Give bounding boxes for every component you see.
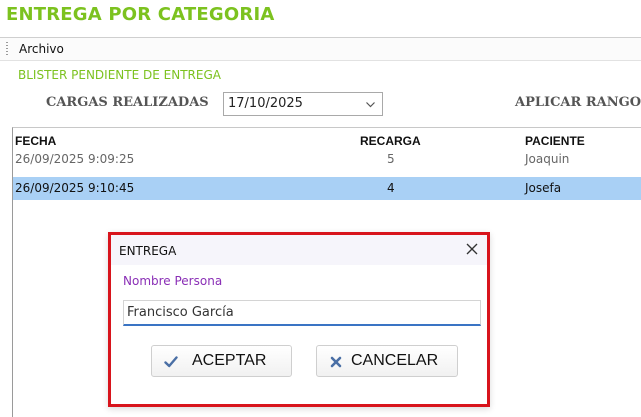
- cancelar-button[interactable]: CANCELAR: [316, 345, 458, 377]
- nombre-persona-input[interactable]: Francisco García: [123, 300, 481, 326]
- cancelar-label: CANCELAR: [351, 352, 439, 369]
- menu-item-archivo[interactable]: Archivo: [19, 42, 64, 56]
- page-title: ENTREGA POR CATEGORIA: [6, 4, 275, 25]
- cell-fecha: 26/09/2025 9:10:45: [15, 181, 135, 195]
- cell-recarga: 4: [387, 181, 395, 195]
- menu-bar: Archivo: [0, 37, 641, 61]
- aceptar-label: ACEPTAR: [192, 352, 267, 369]
- nombre-persona-label: Nombre Persona: [123, 274, 223, 288]
- column-header-recarga[interactable]: RECARGA: [360, 134, 421, 148]
- date-value: 17/10/2025: [228, 96, 303, 111]
- cell-fecha: 26/09/2025 9:09:25: [15, 152, 135, 166]
- section-label: BLISTER PENDIENTE DE ENTREGA: [18, 68, 221, 82]
- table-row-selected[interactable]: 26/09/2025 9:10:45 4 Josefa: [13, 177, 641, 200]
- close-icon[interactable]: [465, 242, 479, 256]
- chevron-down-icon: [366, 102, 375, 108]
- dialog-titlebar: ENTREGA: [111, 235, 487, 265]
- column-header-paciente[interactable]: PACIENTE: [525, 134, 585, 148]
- cell-recarga: 5: [387, 152, 395, 166]
- date-select[interactable]: 17/10/2025: [223, 92, 383, 116]
- menu-grip-icon: [6, 42, 8, 56]
- column-header-fecha[interactable]: FECHA: [15, 134, 56, 148]
- cell-paciente: Josefa: [525, 181, 562, 195]
- x-icon: [330, 356, 342, 368]
- table-row[interactable]: 26/09/2025 9:09:25 5 Joaquin: [13, 148, 641, 171]
- check-icon: [164, 356, 178, 368]
- cargas-realizadas-label: CARGAS REALIZADAS: [46, 95, 209, 110]
- cell-paciente: Joaquin: [525, 152, 570, 166]
- entrega-dialog: ENTREGA Nombre Persona Francisco García …: [108, 232, 490, 407]
- aceptar-button[interactable]: ACEPTAR: [151, 345, 292, 377]
- aplicar-rango-button[interactable]: APLICAR RANGO: [515, 95, 641, 110]
- dialog-title: ENTREGA: [119, 244, 177, 258]
